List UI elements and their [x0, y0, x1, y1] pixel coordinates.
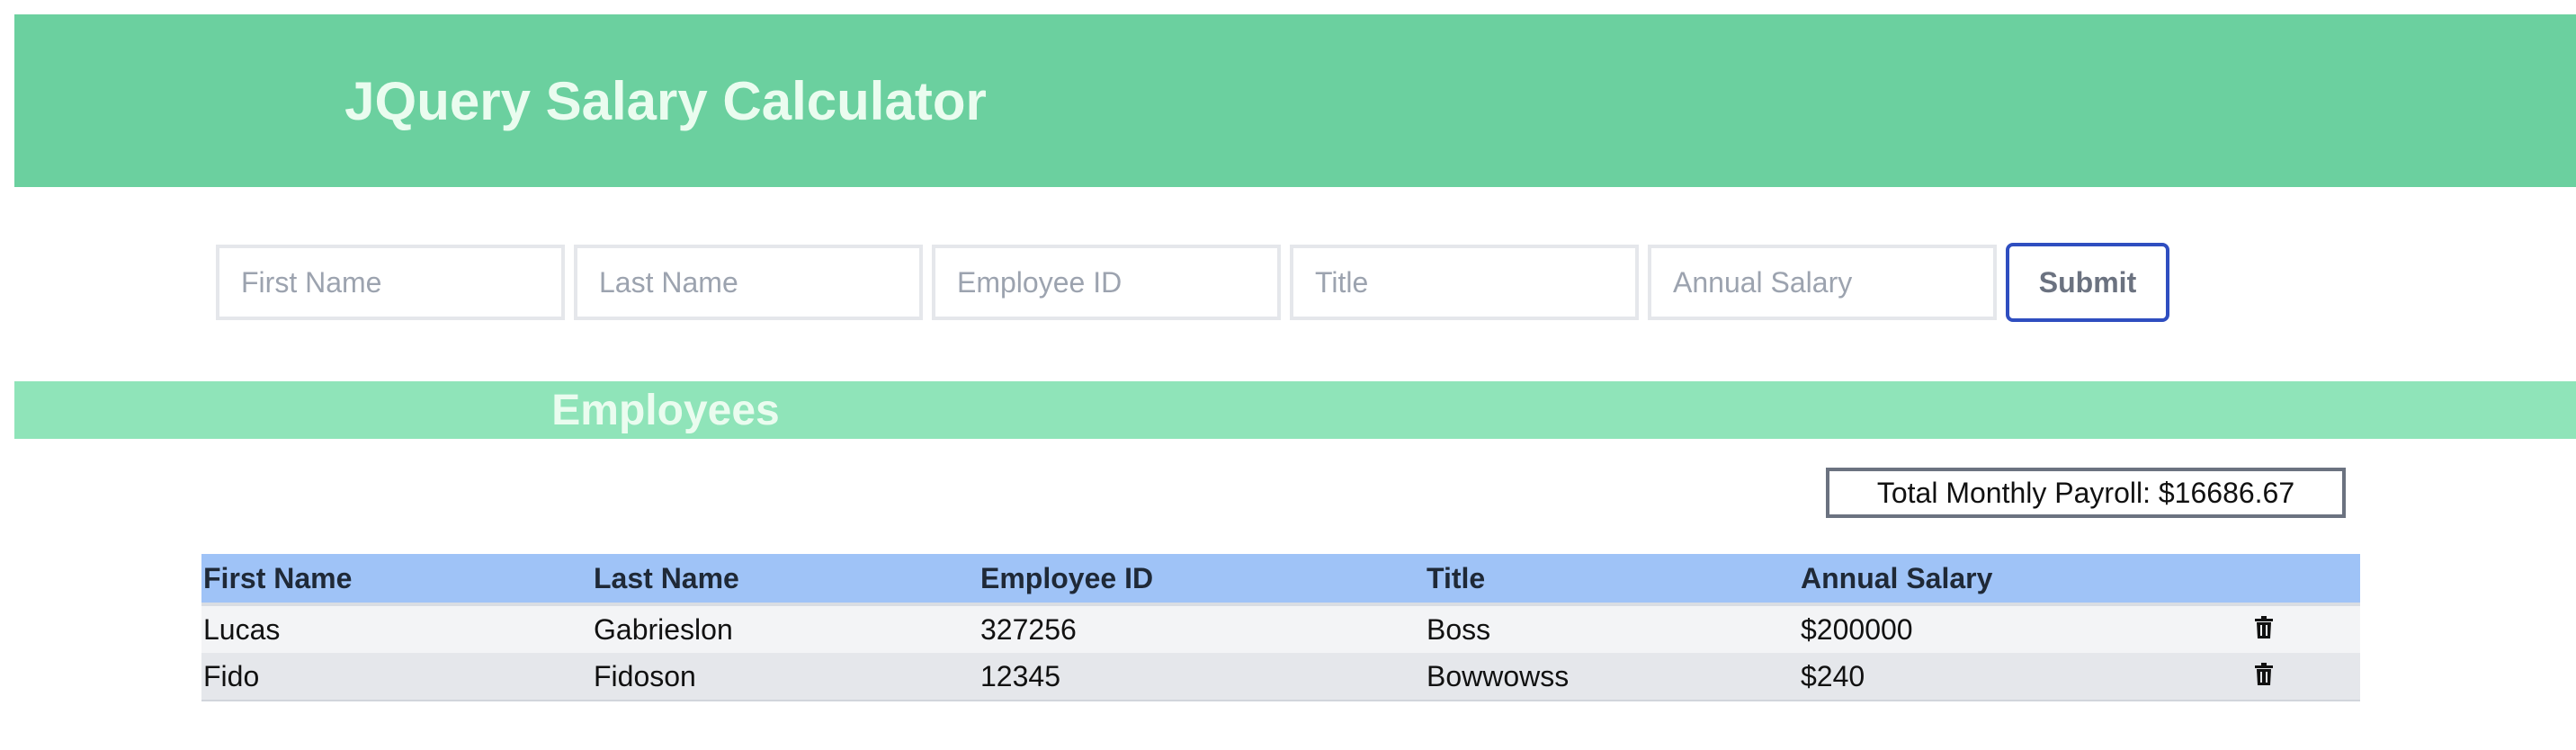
employees-table: First Name Last Name Employee ID Title A…	[201, 554, 2360, 701]
cell-last-name: Fidoson	[592, 653, 979, 701]
table-row: Lucas Gabrieslon 327256 Boss $200000	[201, 604, 2360, 653]
employees-section-header: Employees	[14, 381, 2576, 439]
column-header-annual-salary: Annual Salary	[1799, 554, 2252, 606]
cell-actions	[2252, 604, 2360, 653]
submit-button[interactable]: Submit	[2006, 243, 2169, 322]
title-input[interactable]	[1290, 245, 1639, 320]
column-header-employee-id: Employee ID	[979, 554, 1425, 606]
app-header: JQuery Salary Calculator	[14, 14, 2576, 187]
cell-title: Bowwowss	[1425, 653, 1799, 701]
column-header-first-name: First Name	[201, 554, 592, 606]
annual-salary-input[interactable]	[1648, 245, 1997, 320]
cell-actions	[2252, 653, 2360, 701]
cell-first-name: Lucas	[201, 604, 592, 653]
cell-annual-salary: $200000	[1799, 604, 2252, 653]
table-header-row: First Name Last Name Employee ID Title A…	[201, 554, 2360, 606]
cell-last-name: Gabrieslon	[592, 604, 979, 653]
page-title: JQuery Salary Calculator	[344, 70, 987, 131]
employee-form: Submit	[216, 243, 2169, 322]
employees-heading: Employees	[551, 386, 780, 434]
total-monthly-payroll: Total Monthly Payroll: $16686.67	[1826, 468, 2346, 518]
cell-first-name: Fido	[201, 653, 592, 701]
cell-employee-id: 12345	[979, 653, 1425, 701]
column-header-actions	[2252, 554, 2360, 606]
column-header-title: Title	[1425, 554, 1799, 606]
employee-id-input[interactable]	[932, 245, 1281, 320]
last-name-input[interactable]	[574, 245, 923, 320]
table-row: Fido Fidoson 12345 Bowwowss $240	[201, 653, 2360, 701]
cell-title: Boss	[1425, 604, 1799, 653]
trash-icon[interactable]	[2254, 615, 2274, 639]
first-name-input[interactable]	[216, 245, 565, 320]
trash-icon[interactable]	[2254, 662, 2274, 686]
column-header-last-name: Last Name	[592, 554, 979, 606]
cell-annual-salary: $240	[1799, 653, 2252, 701]
cell-employee-id: 327256	[979, 604, 1425, 653]
